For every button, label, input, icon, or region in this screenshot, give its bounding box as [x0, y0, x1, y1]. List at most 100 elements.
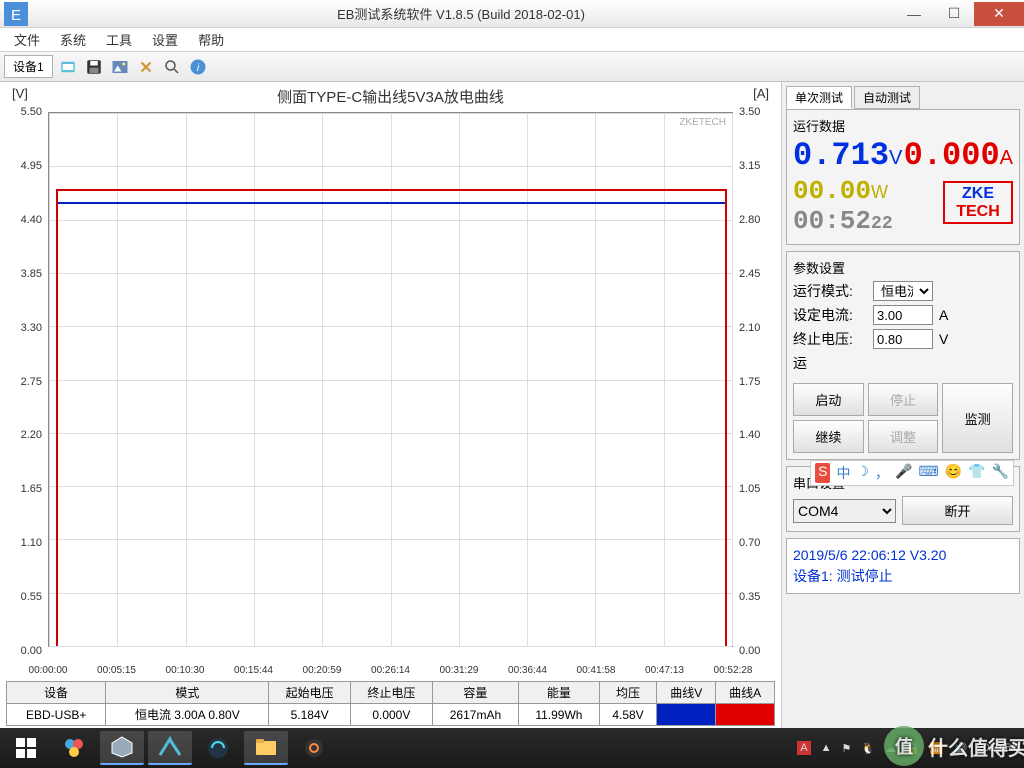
y-right-tick: 0.70	[735, 537, 775, 549]
plot-area: 5.504.954.403.853.302.752.201.651.100.55…	[6, 108, 775, 675]
menu-bar: 文件 系统 工具 设置 帮助	[0, 28, 1024, 52]
x-tick: 00:41:58	[577, 665, 616, 676]
svg-text:E: E	[11, 7, 21, 24]
disconnect-button[interactable]: 断开	[902, 496, 1013, 525]
taskbar-app-1-icon[interactable]	[52, 731, 96, 765]
table-header: 容量	[432, 682, 519, 704]
y-left-tick: 5.50	[6, 106, 46, 118]
taskbar-explorer-icon[interactable]	[244, 731, 288, 765]
set-current-label: 设定电流:	[793, 305, 873, 325]
y-left-tick: 1.10	[6, 537, 46, 549]
set-current-input[interactable]	[873, 305, 933, 325]
taskbar-app-4-icon[interactable]	[196, 731, 240, 765]
y-right-tick: 2.10	[735, 322, 775, 334]
ime-toolbar[interactable]: S 中 ☽ ， 🎤 ⌨ 😊 👕 🔧	[810, 460, 1014, 486]
ime-logo-icon: S	[815, 463, 830, 483]
info-icon[interactable]: i	[187, 56, 209, 78]
start-button-icon[interactable]	[4, 731, 48, 765]
y-left-unit: [V]	[12, 86, 28, 106]
open-icon[interactable]	[57, 56, 79, 78]
table-header: 曲线A	[716, 682, 775, 704]
table-cell: 0.000V	[351, 704, 433, 726]
voltage-value: 0.713	[793, 137, 889, 174]
minimize-button[interactable]: —	[894, 2, 934, 26]
taskbar-app-3-icon[interactable]	[148, 731, 192, 765]
menu-settings[interactable]: 设置	[142, 28, 188, 51]
runtime-label: 运	[793, 353, 873, 373]
side-panel: 单次测试 自动测试 运行数据 0.713V 0.000A 00.00W 00:5…	[782, 82, 1024, 728]
table-header: 模式	[106, 682, 269, 704]
menu-file[interactable]: 文件	[4, 28, 50, 51]
y-right-tick: 3.50	[735, 106, 775, 118]
y-left-tick: 2.75	[6, 376, 46, 388]
table-cell: 4.58V	[599, 704, 657, 726]
continue-button[interactable]: 继续	[793, 420, 864, 453]
params-box: 参数设置 运行模式: 恒电流 设定电流: A 终止电压: V 运 S 中 ☽	[786, 251, 1020, 460]
close-button[interactable]: ✕	[974, 2, 1024, 26]
search-icon[interactable]	[161, 56, 183, 78]
mode-select[interactable]: 恒电流	[873, 281, 933, 301]
x-tick: 00:36:44	[508, 665, 547, 676]
stop-button[interactable]: 停止	[868, 383, 939, 416]
params-title: 参数设置	[793, 258, 1013, 277]
image-icon[interactable]	[109, 56, 131, 78]
maximize-button[interactable]: ☐	[934, 2, 974, 26]
cutoff-input[interactable]	[873, 329, 933, 349]
tray-icon[interactable]: ▲	[821, 742, 832, 754]
ime-skin-icon[interactable]: 👕	[968, 463, 985, 483]
power-value: 00.00	[793, 176, 871, 206]
table-cell: 恒电流 3.00A 0.80V	[106, 704, 269, 726]
toolbar: 设备1 i	[0, 52, 1024, 82]
run-data-title: 运行数据	[793, 116, 1013, 135]
device-tab[interactable]: 设备1	[4, 55, 53, 78]
tab-auto-test[interactable]: 自动测试	[854, 86, 920, 109]
com-port-select[interactable]: COM4	[793, 499, 896, 523]
x-tick: 00:47:13	[645, 665, 684, 676]
taskbar-app-5-icon[interactable]	[292, 731, 336, 765]
ime-moon-icon[interactable]: ☽	[856, 463, 869, 483]
menu-tools[interactable]: 工具	[96, 28, 142, 51]
ime-lang-icon[interactable]: 中	[836, 463, 850, 483]
window-titlebar: E EB测试系统软件 V1.8.5 (Build 2018-02-01) — ☐…	[0, 0, 1024, 28]
ime-tool-icon[interactable]: 🔧	[992, 463, 1009, 483]
settings-icon[interactable]	[135, 56, 157, 78]
ime-mic-icon[interactable]: 🎤	[895, 463, 912, 483]
y-right-tick: 2.80	[735, 214, 775, 226]
x-tick: 00:15:44	[234, 665, 273, 676]
chart-title: 侧面TYPE-C输出线5V3A放电曲线	[28, 86, 753, 106]
y-right-unit: [A]	[753, 86, 769, 106]
time-sec: 22	[871, 214, 893, 234]
y-left-tick: 2.20	[6, 429, 46, 441]
taskbar-app-2-icon[interactable]	[100, 731, 144, 765]
adjust-button[interactable]: 调整	[868, 420, 939, 453]
tray-icon[interactable]: 🐧	[861, 742, 875, 755]
save-icon[interactable]	[83, 56, 105, 78]
x-tick: 00:20:59	[303, 665, 342, 676]
start-button[interactable]: 启动	[793, 383, 864, 416]
y-left-tick: 4.40	[6, 214, 46, 226]
tray-icon[interactable]: ⚑	[841, 742, 851, 755]
table-cell: 5.184V	[269, 704, 351, 726]
chart-panel: [V] 侧面TYPE-C输出线5V3A放电曲线 [A] 5.504.954.40…	[0, 82, 782, 728]
y-right-tick: 1.05	[735, 483, 775, 495]
y-right-tick: 1.40	[735, 429, 775, 441]
table-header: 能量	[519, 682, 599, 704]
table-cell	[657, 704, 716, 726]
table-header: 设备	[7, 682, 106, 704]
tab-single-test[interactable]: 单次测试	[786, 86, 852, 109]
run-data-box: 运行数据 0.713V 0.000A 00.00W 00:5222 ZKE TE…	[786, 109, 1020, 245]
tray-icon[interactable]: A	[797, 741, 810, 755]
status-line-2: 设备1: 测试停止	[793, 566, 1013, 587]
x-tick: 00:10:30	[166, 665, 205, 676]
menu-help[interactable]: 帮助	[188, 28, 234, 51]
menu-system[interactable]: 系统	[50, 28, 96, 51]
y-left-tick: 0.55	[6, 591, 46, 603]
ime-punct-icon[interactable]: ，	[875, 463, 889, 483]
ime-face-icon[interactable]: 😊	[945, 463, 962, 483]
y-left-tick: 1.65	[6, 483, 46, 495]
table-cell: EBD-USB+	[7, 704, 106, 726]
y-right-tick: 0.00	[735, 645, 775, 657]
current-value: 0.000	[904, 137, 1000, 174]
monitor-button[interactable]: 监测	[942, 383, 1013, 453]
ime-keyboard-icon[interactable]: ⌨	[918, 463, 938, 483]
